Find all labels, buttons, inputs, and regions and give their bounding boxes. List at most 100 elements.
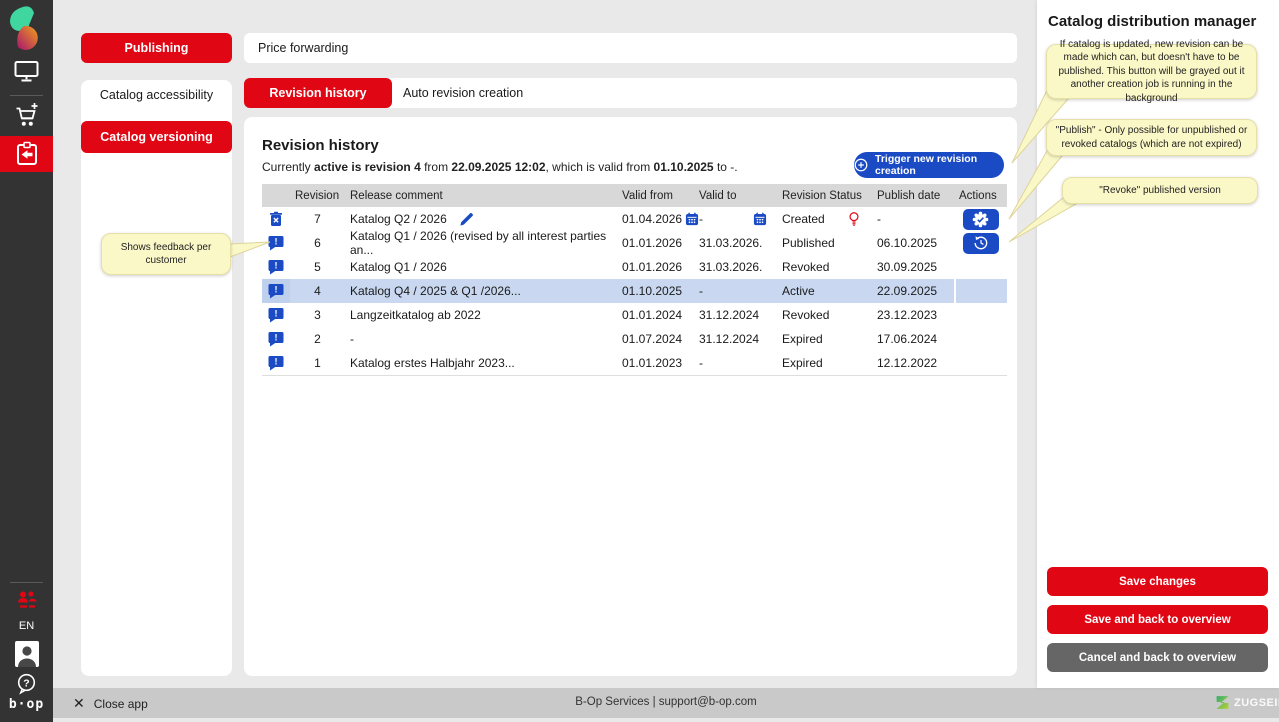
clipboard-back-icon: [13, 140, 41, 168]
valid-to: 31.03.2026.: [694, 231, 777, 255]
save-changes-button[interactable]: Save changes: [1047, 567, 1268, 596]
feedback-icon[interactable]: !: [262, 327, 290, 351]
svg-text:!: !: [275, 309, 278, 319]
avatar[interactable]: [0, 641, 53, 667]
note-revoke-text: "Revoke" published version: [1099, 184, 1221, 198]
actions-cell: [954, 255, 1007, 279]
sidebar-item-catalog-distribution[interactable]: [0, 136, 53, 172]
nav-item-catalog-versioning[interactable]: Catalog versioning: [81, 121, 232, 153]
release-comment: Katalog Q4 / 2025 & Q1 /2026...: [345, 279, 617, 303]
revoke-button[interactable]: [963, 233, 999, 254]
valid-from-cell: 01.04.2026: [617, 207, 694, 231]
page-title: Revision history: [262, 137, 379, 154]
table-row[interactable]: ! 1 Katalog erstes Halbjahr 2023... 01.0…: [262, 351, 1007, 376]
table-row-active[interactable]: ! 4 Katalog Q4 / 2025 & Q1 /2026... 01.1…: [262, 279, 1007, 304]
actions-cell: [954, 279, 1007, 303]
valid-to: 31.03.2026.: [694, 255, 777, 279]
summary-text: to -.: [714, 160, 738, 174]
valid-from: 01.01.2026: [617, 255, 694, 279]
tab-publishing-label: Publishing: [125, 41, 189, 55]
status-badge: Revoked: [777, 303, 872, 327]
revision-number: 4: [290, 279, 345, 303]
edit-pencil-icon[interactable]: [459, 212, 474, 227]
calendar-icon[interactable]: [753, 212, 767, 226]
footer-support-text: B-Op Services | support@b-op.com: [53, 696, 1279, 708]
publish-date: 22.09.2025: [872, 279, 954, 303]
valid-to-cell: -: [694, 207, 777, 231]
table-header: Revision Release comment Valid from Vali…: [262, 184, 1007, 207]
left-nav-panel: [81, 80, 232, 676]
feedback-icon[interactable]: !: [262, 279, 290, 303]
trigger-new-revision-button[interactable]: Trigger new revision creation: [854, 152, 1004, 178]
publish-button[interactable]: [963, 209, 999, 230]
valid-from: 01.10.2025: [617, 279, 694, 303]
actions-cell: [954, 327, 1007, 351]
col-valid-from: Valid from: [617, 184, 694, 207]
monitor-icon[interactable]: [0, 59, 53, 84]
valid-from: 01.01.2026: [617, 231, 694, 255]
status-badge: Expired: [777, 327, 872, 351]
status-badge: Revoked: [777, 255, 872, 279]
publish-date: 17.06.2024: [872, 327, 954, 351]
revision-number: 2: [290, 327, 345, 351]
tab-auto-revision-creation[interactable]: Auto revision creation: [403, 86, 523, 100]
table-row[interactable]: ! 2 - 01.07.2024 31.12.2024 Expired 17.0…: [262, 327, 1007, 352]
col-release-comment: Release comment: [345, 184, 617, 207]
release-comment: Katalog erstes Halbjahr 2023...: [345, 351, 617, 375]
publish-date: 12.12.2022: [872, 351, 954, 375]
revision-number: 5: [290, 255, 345, 279]
tab-publishing[interactable]: Publishing: [81, 33, 232, 63]
valid-from: 01.07.2024: [617, 327, 694, 351]
app-logo: [0, 5, 53, 51]
svg-text:?: ?: [23, 677, 29, 689]
close-app-button[interactable]: ✕ Close app: [73, 695, 148, 712]
revision-status-cell: Created: [777, 207, 872, 231]
customers-icon[interactable]: [0, 590, 53, 612]
help-icon[interactable]: ?: [0, 673, 53, 695]
svg-text:!: !: [275, 333, 278, 343]
cancel-back-button[interactable]: Cancel and back to overview: [1047, 643, 1268, 672]
valid-to: -: [694, 279, 777, 303]
table-row[interactable]: ! 5 Katalog Q1 / 2026 01.01.2026 31.03.2…: [262, 255, 1007, 280]
language-switch[interactable]: EN: [0, 620, 53, 632]
col-valid-to: Valid to: [694, 184, 777, 207]
zugseil-z-icon: [1215, 695, 1230, 710]
active-revision-summary: Currently active is revision 4 from 22.0…: [262, 160, 738, 174]
valid-to: -: [694, 351, 777, 375]
save-back-button[interactable]: Save and back to overview: [1047, 605, 1268, 634]
lightbulb-icon[interactable]: [848, 211, 860, 227]
revision-number: 6: [290, 231, 345, 255]
tab-price-forwarding-label: Price forwarding: [258, 41, 348, 55]
summary-bold: 22.09.2025 12:02: [451, 160, 545, 174]
tab-revision-history[interactable]: Revision history: [244, 78, 392, 108]
col-revision: Revision: [290, 184, 345, 207]
table-row[interactable]: ! 3 Langzeitkatalog ab 2022 01.01.2024 3…: [262, 303, 1007, 328]
trigger-new-revision-label: Trigger new revision creation: [875, 153, 1004, 177]
delete-revision-icon[interactable]: [262, 207, 290, 231]
nav-catalog-accessibility-label: Catalog accessibility: [100, 88, 213, 102]
feedback-icon[interactable]: !: [262, 231, 290, 255]
release-comment: Katalog Q1 / 2026: [345, 255, 617, 279]
note-new-revision-text: If catalog is updated, new revision can …: [1055, 38, 1248, 106]
actions-cell: [954, 231, 1007, 255]
valid-to: 31.12.2024: [694, 327, 777, 351]
nav-item-catalog-accessibility[interactable]: Catalog accessibility: [81, 88, 232, 102]
summary-bold: 01.10.2025: [654, 160, 714, 174]
feedback-icon[interactable]: !: [262, 303, 290, 327]
zugseil-brand: ZUGSEIL: [1215, 695, 1279, 710]
svg-text:!: !: [275, 261, 278, 271]
summary-text: Currently: [262, 160, 314, 174]
summary-text: from: [421, 160, 452, 174]
status-badge: Expired: [777, 351, 872, 375]
valid-to: -: [699, 212, 703, 226]
release-comment-cell: Katalog Q2 / 2026: [345, 207, 617, 231]
feedback-icon[interactable]: !: [262, 351, 290, 375]
svg-text:!: !: [275, 357, 278, 367]
note-feedback: Shows feedback per customer: [101, 233, 231, 275]
app-sidebar: EN ? b·op: [0, 0, 53, 722]
tab-price-forwarding[interactable]: Price forwarding: [244, 33, 1017, 63]
table-row[interactable]: ! 6 Katalog Q1 / 2026 (revised by all in…: [262, 231, 1007, 256]
cart-add-icon[interactable]: [0, 102, 53, 130]
note-publish-text: "Publish" - Only possible for unpublishe…: [1055, 124, 1248, 151]
feedback-icon[interactable]: !: [262, 255, 290, 279]
